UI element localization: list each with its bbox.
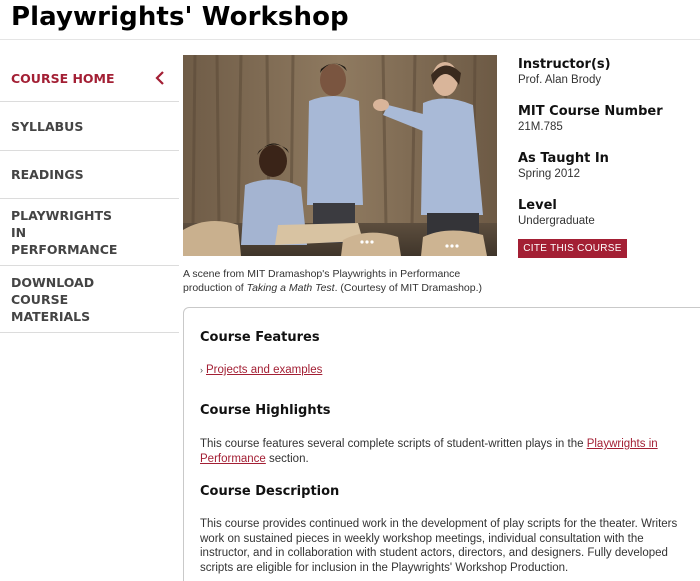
sidebar-item-label: COURSE HOME bbox=[11, 70, 115, 86]
sidebar-item-download-course-materials[interactable]: DOWNLOAD COURSE MATERIALS bbox=[0, 266, 179, 333]
course-description-heading: Course Description bbox=[200, 484, 340, 499]
course-highlights-heading: Course Highlights bbox=[200, 403, 331, 418]
instructor-label: Instructor(s) bbox=[518, 57, 611, 72]
caption-prefix: production of bbox=[183, 282, 247, 294]
sidebar-item-label: PLAYWRIGHTS IN PERFORMANCE bbox=[11, 207, 118, 257]
course-details-box: Course Features › Projects and examples C… bbox=[183, 307, 700, 581]
course-sidebar-nav: COURSE HOME SYLLABUS READINGS PLAYWRIGHT… bbox=[0, 55, 179, 333]
sidebar-item-course-home[interactable]: COURSE HOME bbox=[0, 55, 179, 102]
sidebar-item-readings[interactable]: READINGS bbox=[0, 151, 179, 199]
caption-play-title: Taking a Math Test bbox=[246, 282, 335, 294]
sidebar-item-label: SYLLABUS bbox=[11, 118, 84, 134]
projects-and-examples-link[interactable]: Projects and examples bbox=[206, 364, 322, 376]
course-description-text: This course provides continued work in t… bbox=[200, 518, 678, 574]
feature-list-item: › Projects and examples bbox=[200, 364, 322, 376]
course-image bbox=[183, 55, 497, 256]
theater-scene-illustration bbox=[183, 55, 497, 256]
course-number-value: 21M.785 bbox=[518, 121, 563, 133]
sidebar-item-playwrights-in-performance[interactable]: PLAYWRIGHTS IN PERFORMANCE bbox=[0, 199, 179, 266]
sidebar-item-label: READINGS bbox=[11, 167, 84, 182]
instructor-value: Prof. Alan Brody bbox=[518, 74, 602, 86]
taught-in-value: Spring 2012 bbox=[518, 168, 581, 180]
image-caption: A scene from MIT Dramashop's Playwrights… bbox=[183, 267, 503, 295]
level-label: Level bbox=[518, 198, 557, 213]
caption-suffix: . (Courtesy of MIT Dramashop.) bbox=[334, 282, 483, 294]
chevron-left-icon bbox=[155, 71, 164, 85]
course-features-heading: Course Features bbox=[200, 330, 320, 345]
sidebar-item-syllabus[interactable]: SYLLABUS bbox=[0, 102, 179, 151]
sidebar-item-label: DOWNLOAD COURSE MATERIALS bbox=[11, 274, 95, 324]
course-highlights-text: This course features several complete sc… bbox=[200, 437, 695, 466]
page-title: Playwrights' Workshop bbox=[11, 2, 349, 32]
level-value: Undergraduate bbox=[518, 215, 595, 227]
highlights-prefix: This course features several complete sc… bbox=[200, 438, 587, 450]
cite-this-course-button[interactable]: CITE THIS COURSE bbox=[518, 239, 627, 258]
bullet-chevron-icon: › bbox=[200, 365, 203, 375]
title-divider bbox=[0, 39, 700, 40]
course-number-label: MIT Course Number bbox=[518, 104, 663, 119]
course-info-panel: Instructor(s) Prof. Alan Brody MIT Cours… bbox=[518, 57, 698, 245]
taught-in-label: As Taught In bbox=[518, 151, 609, 166]
caption-line-1: A scene from MIT Dramashop's Playwrights… bbox=[183, 268, 461, 280]
highlights-suffix: section. bbox=[265, 452, 309, 465]
